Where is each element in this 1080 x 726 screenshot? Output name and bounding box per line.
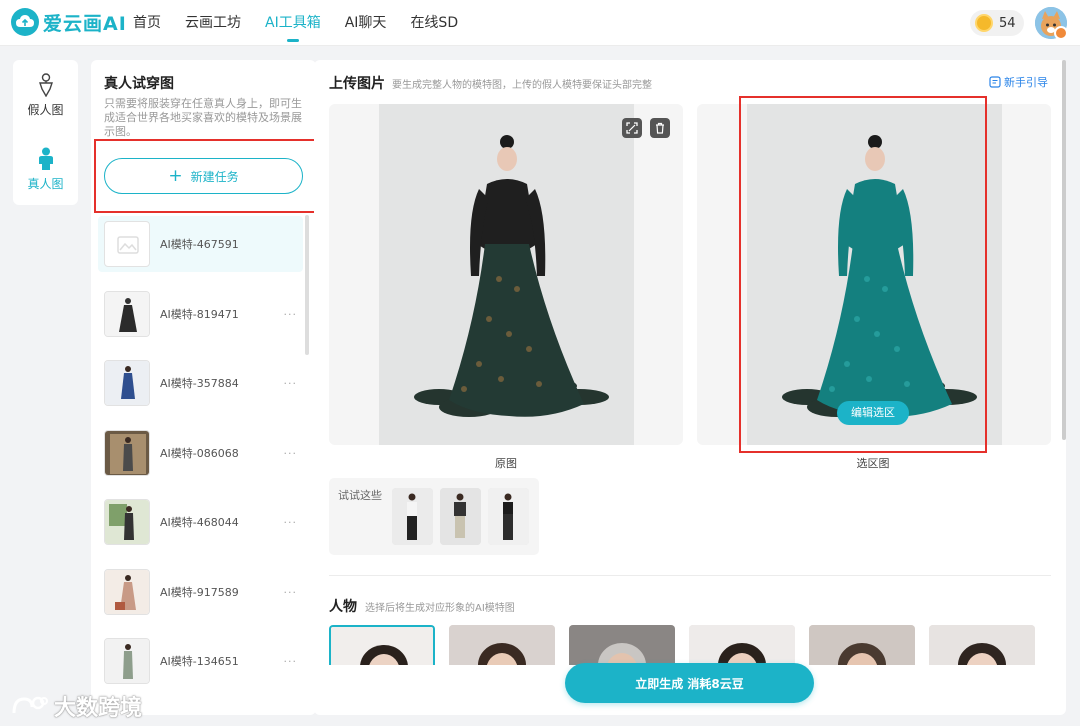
task-item[interactable]: AI模特-357884 ···	[98, 355, 303, 411]
nav-cloud-workshop[interactable]: 云画工坊	[173, 0, 253, 46]
watermark-text: 大数跨境	[54, 696, 143, 721]
sample-thumb[interactable]	[488, 488, 529, 545]
nav-online-sd[interactable]: 在线SD	[398, 0, 470, 46]
selection-caption: 选区图	[856, 457, 890, 470]
nav-ai-chat[interactable]: AI聊天	[333, 0, 399, 46]
more-icon[interactable]: ···	[284, 586, 298, 599]
task-item[interactable]: AI模特-467591	[98, 216, 303, 272]
main-nav: 首页 云画工坊 AI工具箱 AI聊天 在线SD	[121, 0, 470, 46]
nav-ai-toolbox[interactable]: AI工具箱	[253, 0, 333, 46]
person-option[interactable]	[689, 625, 795, 665]
panel-description: 只需要将服装穿在任意真人身上，即可生成适合世界各地买家喜欢的模特及场景展示图。	[104, 97, 302, 138]
top-bar: 爱云画AI 首页 云画工坊 AI工具箱 AI聊天 在线SD 54	[0, 0, 1080, 46]
person-option[interactable]	[449, 625, 555, 665]
task-thumbnail	[104, 638, 150, 684]
section-divider	[329, 575, 1051, 576]
task-thumbnail	[104, 221, 150, 267]
rail-label-mannequin: 假人图	[27, 103, 64, 117]
task-list-scrollbar[interactable]	[305, 215, 309, 355]
task-name: AI模特-467591	[160, 238, 239, 251]
task-thumbnail	[104, 569, 150, 615]
task-item[interactable]: AI模特-468044 ···	[98, 494, 303, 550]
task-name: AI模特-468044	[160, 516, 239, 529]
task-name: AI模特-819471	[160, 308, 239, 321]
person-title: 人物	[329, 599, 357, 615]
coin-balance[interactable]: 54	[970, 10, 1024, 36]
upload-note: 要生成完整人物的模特图，上传的假人模特要保证头部完整	[392, 80, 652, 91]
coin-icon	[975, 14, 993, 32]
app-name: 爱云画AI	[43, 12, 127, 35]
task-item[interactable]: AI模特-134651 ···	[98, 633, 303, 689]
expand-button[interactable]	[622, 118, 642, 138]
task-thumbnail	[104, 360, 150, 406]
task-item[interactable]: AI模特-086068 ···	[98, 425, 303, 481]
highlight-box-new-task	[94, 139, 342, 213]
original-caption: 原图	[495, 457, 517, 470]
task-thumbnail	[104, 291, 150, 337]
coin-count: 54	[999, 15, 1016, 31]
person-option[interactable]	[569, 625, 675, 665]
original-photo	[379, 104, 634, 445]
guide-link[interactable]: 新手引导	[989, 74, 1048, 90]
expand-icon	[626, 122, 638, 134]
trash-icon	[656, 122, 664, 134]
person-icon	[38, 147, 53, 170]
watermark-logo-icon	[12, 696, 48, 714]
image-placeholder-icon	[117, 236, 139, 254]
person-option[interactable]	[929, 625, 1035, 665]
task-name: AI模特-134651	[160, 655, 239, 668]
task-name: AI模特-086068	[160, 447, 239, 460]
original-image-card[interactable]	[329, 104, 683, 445]
rail-item-real-person[interactable]: 真人图	[13, 147, 78, 192]
task-thumbnail	[104, 499, 150, 545]
nav-home[interactable]: 首页	[121, 0, 173, 46]
delete-button[interactable]	[650, 118, 670, 138]
watermark: 大数跨境	[10, 690, 142, 722]
mode-rail: 假人图 真人图	[13, 60, 78, 205]
task-thumbnail	[104, 430, 150, 476]
sample-thumb[interactable]	[392, 488, 433, 545]
cloud-logo-icon	[11, 8, 39, 36]
person-option[interactable]	[809, 625, 915, 665]
mannequin-icon	[38, 73, 53, 97]
more-icon[interactable]: ···	[284, 516, 298, 529]
more-icon[interactable]: ···	[284, 377, 298, 390]
highlight-box-selection	[739, 96, 987, 453]
avatar-badge	[1054, 26, 1068, 40]
generate-button[interactable]: 立即生成 消耗8云豆	[565, 663, 814, 703]
rail-label-real-person: 真人图	[27, 177, 64, 191]
person-note: 选择后将生成对应形象的AI模特图	[365, 603, 515, 614]
more-icon[interactable]: ···	[284, 447, 298, 460]
person-option[interactable]	[329, 625, 435, 665]
more-icon[interactable]: ···	[284, 655, 298, 668]
rail-item-mannequin[interactable]: 假人图	[13, 73, 78, 118]
task-item[interactable]: AI模特-917589 ···	[98, 564, 303, 620]
upload-title: 上传图片	[329, 76, 385, 92]
task-name: AI模特-917589	[160, 586, 239, 599]
task-name: AI模特-357884	[160, 377, 239, 390]
sample-thumb[interactable]	[440, 488, 481, 545]
main-scrollbar[interactable]	[1062, 60, 1066, 440]
guide-icon	[989, 76, 1001, 88]
app-logo[interactable]: 爱云画AI	[11, 8, 127, 36]
guide-label: 新手引导	[1004, 76, 1048, 89]
panel-title: 真人试穿图	[104, 76, 174, 92]
more-icon[interactable]: ···	[284, 308, 298, 321]
task-item[interactable]: AI模特-819471 ···	[98, 286, 303, 342]
try-label: 试试这些	[338, 489, 382, 502]
sample-images: 试试这些	[329, 478, 539, 555]
